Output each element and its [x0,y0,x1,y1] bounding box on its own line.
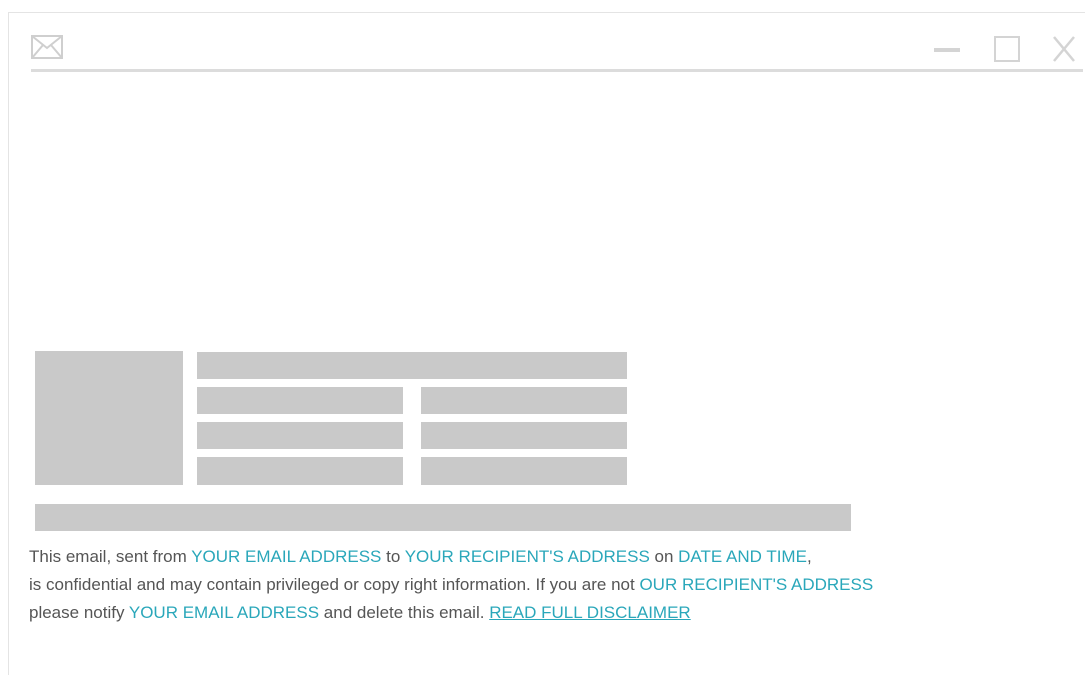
disclaimer-text: This email, sent from [29,547,192,566]
recipient-address: YOUR RECIPIENT'S ADDRESS [404,547,650,566]
name-placeholder [197,352,627,379]
disclaimer-text: , [806,547,812,566]
detail-placeholder-right-1 [421,387,627,414]
minimize-icon[interactable] [934,47,960,53]
recipient-address: OUR RECIPIENT'S ADDRESS [639,575,874,594]
disclaimer-text: is confidential and may contain privileg… [29,575,640,594]
disclaimer-line-1: This email, sent from YOUR EMAIL ADDRESS… [29,543,1074,571]
read-full-disclaimer-link[interactable]: READ FULL DISCLAIMER [489,603,691,622]
email-disclaimer: This email, sent from YOUR EMAIL ADDRESS… [29,543,1074,627]
titlebar-divider [31,69,1083,72]
mail-envelope-icon [31,35,63,59]
detail-placeholder-right-2 [421,422,627,449]
maximize-icon[interactable] [994,36,1020,62]
disclaimer-line-2: is confidential and may contain privileg… [29,571,1074,599]
detail-placeholder-right-3 [421,457,627,485]
disclaimer-text: and delete this email. [319,603,490,622]
disclaimer-text: to [381,547,405,566]
detail-placeholder-left-2 [197,422,403,449]
disclaimer-text: on [649,547,679,566]
banner-placeholder [35,504,851,531]
date-time: DATE AND TIME [678,547,807,566]
sender-address: YOUR EMAIL ADDRESS [128,603,320,622]
sender-address: YOUR EMAIL ADDRESS [191,547,382,566]
close-icon[interactable] [1051,35,1077,63]
disclaimer-line-3: please notify YOUR EMAIL ADDRESS and del… [29,599,1074,627]
detail-placeholder-left-3 [197,457,403,485]
logo-placeholder [35,351,183,485]
detail-placeholder-left-1 [197,387,403,414]
disclaimer-text: please notify [29,603,129,622]
